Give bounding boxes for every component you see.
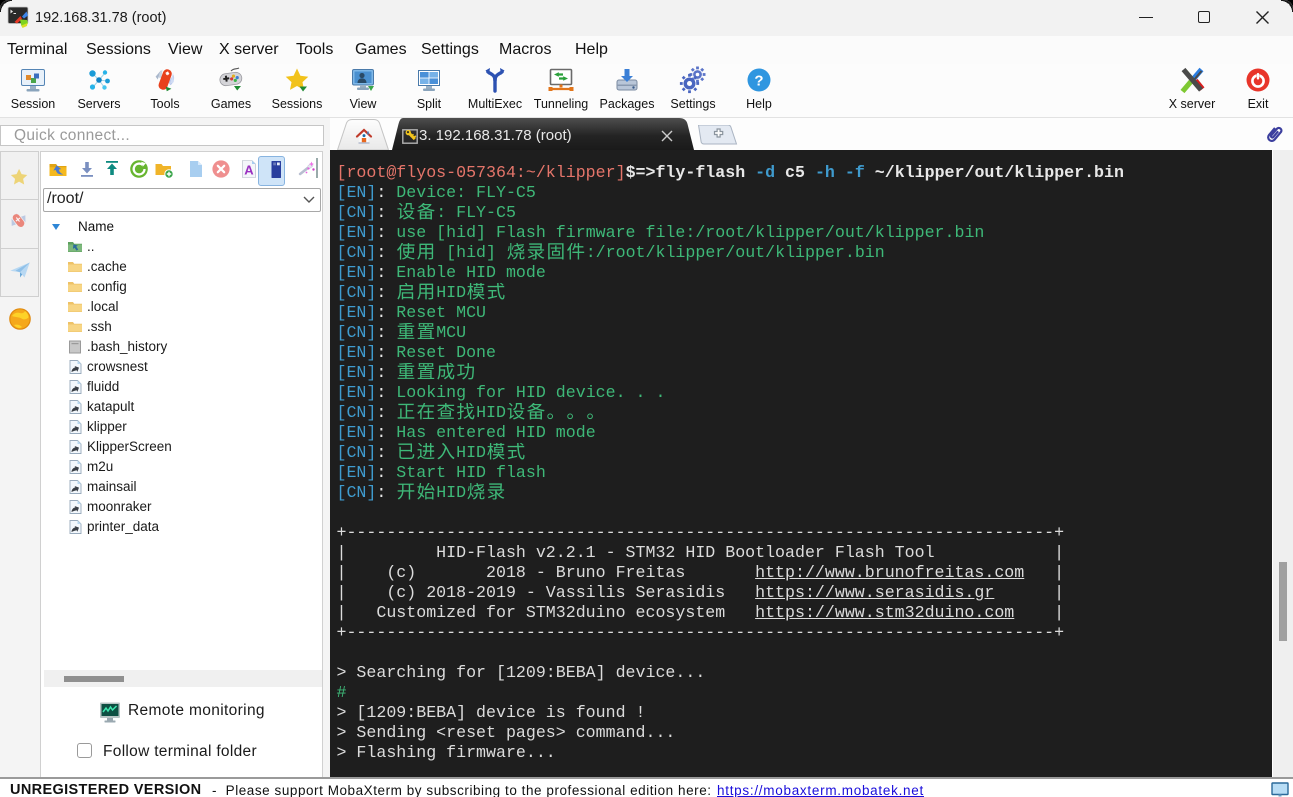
svg-text:A: A (244, 163, 254, 178)
svg-text:?: ? (754, 73, 763, 90)
